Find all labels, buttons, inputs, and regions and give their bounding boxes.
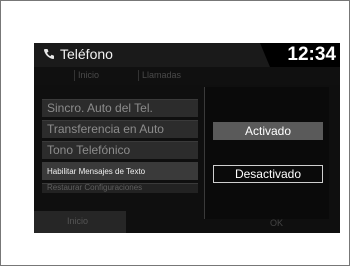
bottom-right-label[interactable]: OK [270, 218, 283, 228]
tab-inicio[interactable]: Inicio [78, 70, 99, 80]
option-activado[interactable]: Activado [213, 122, 323, 140]
tab-divider [138, 70, 139, 81]
menu-item-label: Habilitar Mensajes de Texto [47, 167, 146, 176]
manual-figure-frame: Teléfono 12:34 Inicio Llamadas Sincro. A… [0, 0, 350, 266]
menu-item-sync[interactable]: Sincro. Auto del Tel. [42, 99, 198, 117]
phone-icon [43, 49, 54, 60]
tab-llamadas[interactable]: Llamadas [142, 70, 181, 80]
option-desactivado[interactable]: Desactivado [213, 165, 323, 183]
status-bar: Teléfono 12:34 [34, 43, 340, 67]
screen-title: Teléfono [60, 46, 113, 62]
bottom-left-label: Inicio [67, 216, 89, 226]
menu-item-ringtone[interactable]: Tono Telefónico [42, 141, 198, 159]
menu-item-label: Transferencia en Auto [47, 122, 164, 136]
tab-divider [74, 70, 75, 81]
tab-bar: Inicio Llamadas [34, 67, 340, 85]
menu-item-label: Sincro. Auto del Tel. [47, 101, 153, 115]
menu-item-text-messages[interactable]: Habilitar Mensajes de Texto [42, 162, 198, 180]
phone-settings-screen: Teléfono 12:34 Inicio Llamadas Sincro. A… [34, 43, 340, 233]
clock: 12:34 [287, 44, 336, 65]
menu-item-transfer[interactable]: Transferencia en Auto [42, 120, 198, 138]
menu-item-label: Tono Telefónico [47, 143, 131, 157]
option-popup: Activado Desactivado [204, 87, 329, 219]
clock-tab: 12:34 [260, 43, 340, 67]
bottom-left-button[interactable]: Inicio [34, 211, 126, 233]
menu-item-restore[interactable]: Restaurar Configuraciones [42, 183, 198, 193]
menu-item-label: Restaurar Configuraciones [47, 183, 143, 192]
